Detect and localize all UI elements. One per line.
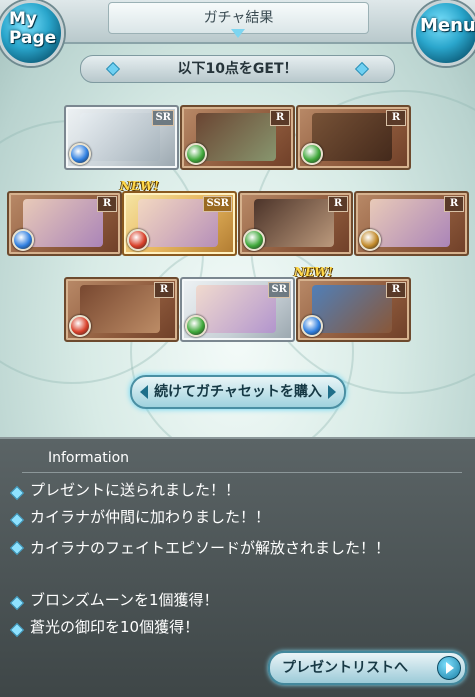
rarity-badge: R (444, 196, 464, 212)
information-title: Information (48, 450, 130, 466)
diamond-icon (105, 61, 121, 77)
blade-art (254, 199, 334, 247)
present-list-label: プレゼントリストへ (282, 660, 408, 676)
my-page-label-2: Page (9, 28, 57, 48)
wind-element-icon (243, 229, 265, 251)
result-card[interactable]: R (7, 191, 122, 256)
title-pointer-icon (231, 29, 245, 38)
rarity-badge: SSR (203, 196, 232, 212)
axe-art (196, 113, 276, 161)
result-card[interactable]: R (354, 191, 469, 256)
info-message: ブロンズムーンを1個獲得！ (30, 591, 219, 609)
info-message: 蒼光の御印を10個獲得！ (30, 618, 200, 636)
fire-element-icon (69, 315, 91, 337)
wind-element-icon (301, 143, 323, 165)
bow-art (80, 113, 160, 161)
arrow-left-icon (140, 385, 148, 399)
result-card[interactable]: R (296, 277, 411, 342)
information-divider (22, 472, 462, 473)
water-element-icon (301, 315, 323, 337)
result-card[interactable]: R (296, 105, 411, 170)
play-arrow-icon (437, 656, 461, 680)
water-element-icon (69, 143, 91, 165)
my-page-label-1: My (9, 9, 37, 29)
fire-element-icon (127, 229, 149, 251)
water-element-icon (12, 229, 34, 251)
wind-element-icon (185, 143, 207, 165)
menu-button[interactable]: Menu (413, 0, 475, 66)
buy-gacha-set-label: 続けてガチャセットを購入 (154, 384, 322, 400)
buy-gacha-set-button[interactable]: 続けてガチャセットを購入 (130, 375, 346, 409)
result-card[interactable]: R (180, 105, 295, 170)
new-badge: NEW! (294, 265, 333, 279)
info-message: プレゼントに送られました！！ (30, 481, 241, 499)
result-card[interactable]: R (238, 191, 353, 256)
rarity-badge: R (154, 282, 174, 298)
result-card[interactable]: SR (64, 105, 179, 170)
result-card[interactable]: R (64, 277, 179, 342)
get-banner: 以下10点をGET！ (80, 55, 395, 83)
character-art (196, 285, 276, 333)
result-card[interactable]: SR (180, 277, 295, 342)
rarity-badge: SR (268, 282, 290, 298)
result-card[interactable]: SSR (122, 191, 237, 256)
earth-element-icon (359, 229, 381, 251)
menu-label: Menu (420, 15, 475, 36)
character-art (370, 199, 450, 247)
rarity-badge: R (97, 196, 117, 212)
rarity-badge: R (386, 110, 406, 126)
beast-art (312, 113, 392, 161)
info-message: カイラナが仲間に加わりました！！ (30, 508, 271, 526)
wind-element-icon (185, 315, 207, 337)
new-badge: NEW! (120, 179, 159, 193)
page-title: ガチャ結果 (203, 10, 274, 26)
page-title-bar: ガチャ結果 (108, 2, 369, 38)
sword-art (80, 285, 160, 333)
rarity-badge: SR (152, 110, 174, 126)
my-page-button[interactable]: My Page (0, 0, 64, 66)
top-header: ガチャ結果 (0, 0, 475, 44)
diamond-icon (354, 61, 370, 77)
rarity-badge: R (328, 196, 348, 212)
present-list-button[interactable]: プレゼントリストへ (268, 651, 467, 685)
rarity-badge: R (270, 110, 290, 126)
rarity-badge: R (386, 282, 406, 298)
mirror-art (312, 285, 392, 333)
gacha-result-screen: ガチャ結果 My Page Menu 以下10点をGET！ SR R R R SSR NE… (0, 0, 475, 697)
get-banner-text: 以下10点をGET！ (177, 61, 298, 77)
info-message: カイラナのフェイトエピソードが解放されました！！ (30, 539, 391, 557)
arrow-right-icon (328, 385, 336, 399)
character-art (23, 199, 103, 247)
